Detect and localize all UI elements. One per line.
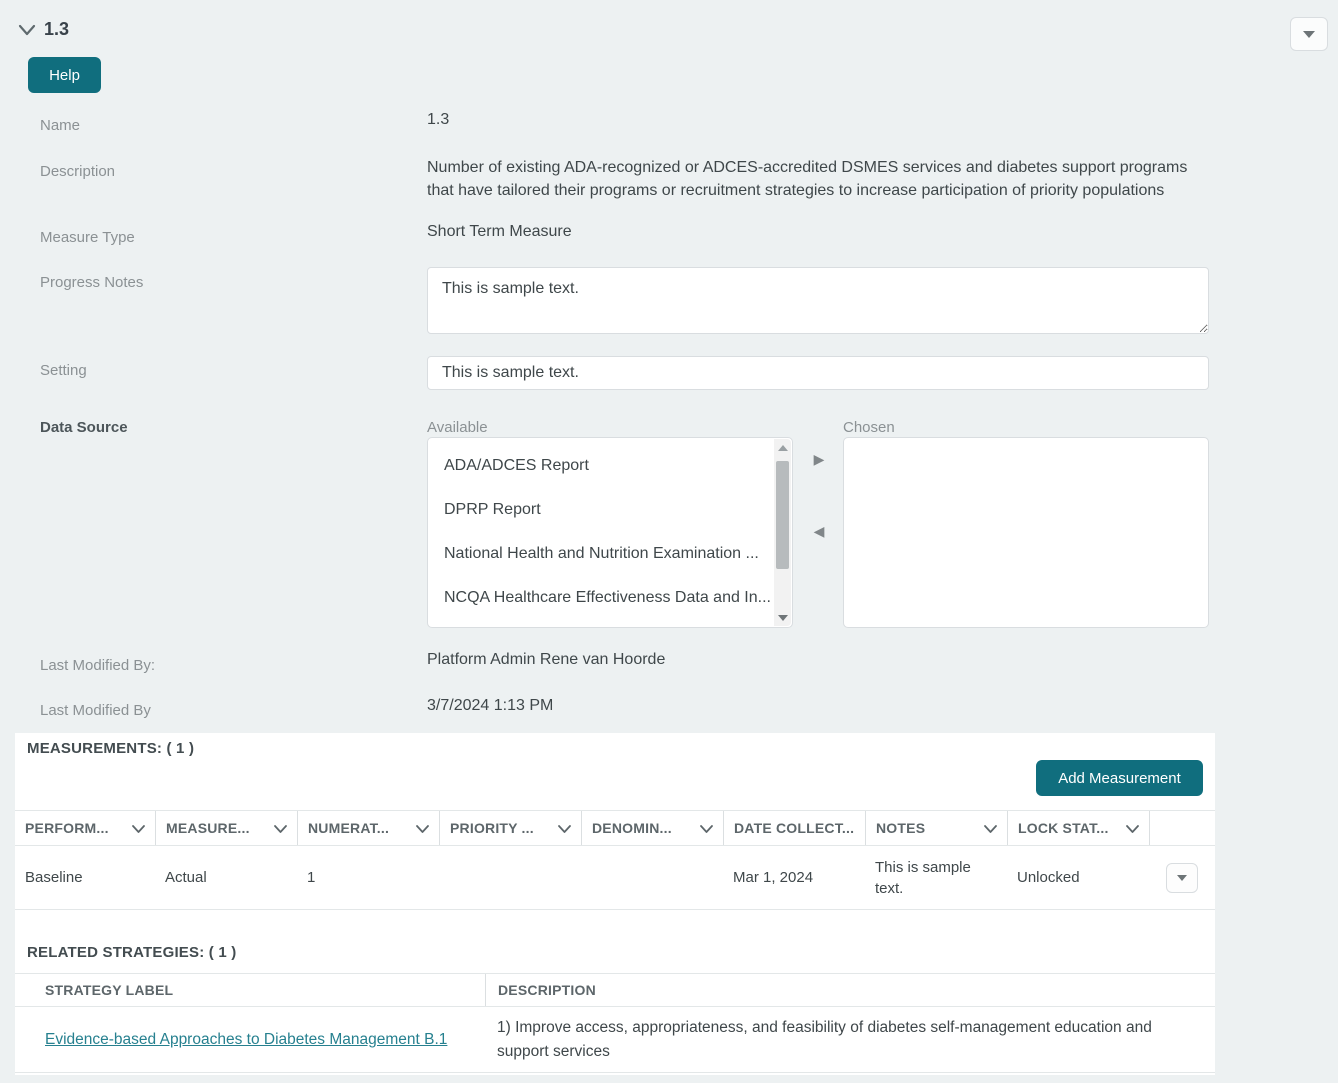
column-header-actions: [1149, 811, 1215, 845]
cell-lock-status: Unlocked: [1007, 846, 1149, 909]
collapse-chevron-icon[interactable]: [17, 21, 37, 39]
measure-type-label: Measure Type: [40, 229, 135, 246]
data-source-label: Data Source: [40, 419, 128, 436]
chevron-down-icon: [132, 820, 145, 836]
last-modified-by-date-value: 3/7/2024 1:13 PM: [427, 697, 553, 715]
last-modified-by-user-value: Platform Admin Rene van Hoorde: [427, 651, 665, 669]
measurement-row: Baseline Actual 1 Mar 1, 2024 This is sa…: [15, 846, 1215, 910]
chevron-down-icon: [416, 820, 429, 836]
column-header-strategy-label: STRATEGY LABEL: [15, 974, 485, 1006]
available-option[interactable]: National Health and Nutrition Examinatio…: [428, 532, 772, 576]
scroll-down-icon[interactable]: [774, 609, 791, 626]
chosen-listbox[interactable]: [843, 437, 1209, 628]
measurements-heading: MEASUREMENTS: ( 1 ): [27, 740, 194, 757]
chosen-label: Chosen: [843, 419, 895, 436]
strategy-description: 1) Improve access, appropriateness, and …: [485, 1007, 1215, 1072]
column-header-lock-status[interactable]: LOCK STAT...: [1007, 811, 1149, 845]
available-option[interactable]: DPRP Report: [428, 488, 772, 532]
measure-type-value: Short Term Measure: [427, 223, 572, 241]
measurements-table-header: PERFORM... MEASURE... NUMERAT... PRIORIT…: [15, 810, 1215, 846]
strategy-row: Evidence-based Approaches to Diabetes Ma…: [15, 1007, 1215, 1073]
strategy-link[interactable]: Evidence-based Approaches to Diabetes Ma…: [45, 1031, 447, 1049]
available-scrollbar[interactable]: [774, 439, 791, 626]
move-right-button[interactable]: ▶: [810, 450, 828, 468]
available-option[interactable]: ADA/ADCES Report: [428, 444, 772, 488]
cell-numerator: 1: [297, 846, 439, 909]
page-title: 1.3: [44, 19, 69, 40]
scrollbar-thumb[interactable]: [776, 461, 789, 569]
description-value: Number of existing ADA-recognized or ADC…: [427, 156, 1189, 202]
column-header-measure[interactable]: MEASURE...: [155, 811, 297, 845]
header-menu-button[interactable]: [1290, 17, 1328, 51]
name-value: 1.3: [427, 111, 449, 129]
setting-input[interactable]: [427, 356, 1209, 390]
chevron-down-icon: [984, 820, 997, 836]
last-modified-by-date-label: Last Modified By: [40, 702, 151, 719]
row-menu-button[interactable]: [1166, 863, 1198, 893]
progress-notes-label: Progress Notes: [40, 274, 143, 291]
cell-priority: [439, 846, 581, 909]
name-label: Name: [40, 117, 80, 134]
strategies-table-header: STRATEGY LABEL DESCRIPTION: [15, 973, 1215, 1007]
column-header-description: DESCRIPTION: [485, 974, 1215, 1006]
chevron-down-icon: [274, 820, 287, 836]
column-header-numerator[interactable]: NUMERAT...: [297, 811, 439, 845]
progress-notes-textarea[interactable]: This is sample text.: [427, 267, 1209, 334]
column-header-denominator[interactable]: DENOMIN...: [581, 811, 723, 845]
available-option[interactable]: NCQA Healthcare Effectiveness Data and I…: [428, 576, 772, 620]
chevron-down-icon: [558, 820, 571, 836]
available-listbox[interactable]: ADA/ADCES Report DPRP Report National He…: [427, 437, 793, 628]
scroll-up-icon[interactable]: [774, 439, 791, 456]
chevron-down-icon: [1126, 820, 1139, 836]
setting-label: Setting: [40, 362, 87, 379]
cell-measure: Actual: [155, 846, 297, 909]
move-left-button[interactable]: ◀: [810, 522, 828, 540]
cell-performance: Baseline: [15, 846, 155, 909]
column-header-performance[interactable]: PERFORM...: [15, 811, 155, 845]
caret-down-icon: [1303, 31, 1315, 38]
column-header-priority[interactable]: PRIORITY ...: [439, 811, 581, 845]
cell-date-collected: Mar 1, 2024: [723, 846, 865, 909]
column-header-notes[interactable]: NOTES: [865, 811, 1007, 845]
related-strategies-heading: RELATED STRATEGIES: ( 1 ): [27, 944, 236, 961]
add-measurement-button[interactable]: Add Measurement: [1036, 760, 1203, 796]
available-label: Available: [427, 419, 488, 436]
chevron-down-icon: [700, 820, 713, 836]
column-header-date-collected[interactable]: DATE COLLECT...: [723, 811, 865, 845]
description-label: Description: [40, 163, 115, 180]
last-modified-by-user-label: Last Modified By:: [40, 657, 155, 674]
measurements-panel: MEASUREMENTS: ( 1 ) Add Measurement PERF…: [15, 733, 1215, 1075]
help-button[interactable]: Help: [28, 57, 101, 93]
caret-down-icon: [1177, 875, 1187, 881]
cell-denominator: [581, 846, 723, 909]
cell-notes: This is sample text.: [865, 846, 1007, 909]
measure-detail-page: 1.3 Help Name 1.3 Description Number of …: [0, 0, 1338, 1083]
